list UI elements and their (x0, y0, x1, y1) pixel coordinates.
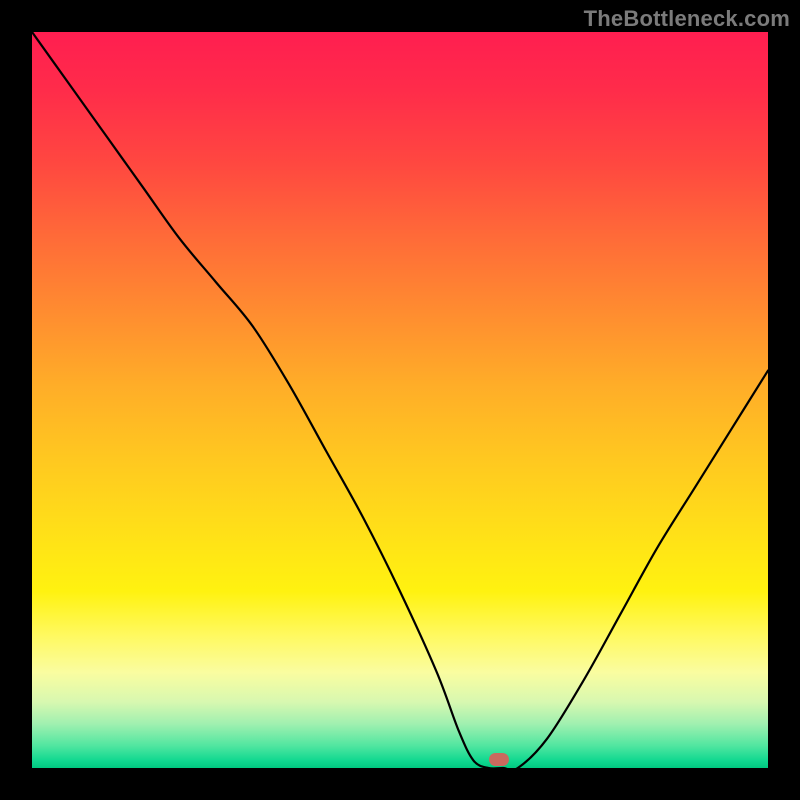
chart-container: TheBottleneck.com (0, 0, 800, 800)
curve-svg (32, 32, 768, 768)
watermark-text: TheBottleneck.com (584, 6, 790, 32)
bottleneck-curve (32, 32, 768, 768)
plot-area (32, 32, 768, 768)
optimal-marker (489, 753, 509, 766)
